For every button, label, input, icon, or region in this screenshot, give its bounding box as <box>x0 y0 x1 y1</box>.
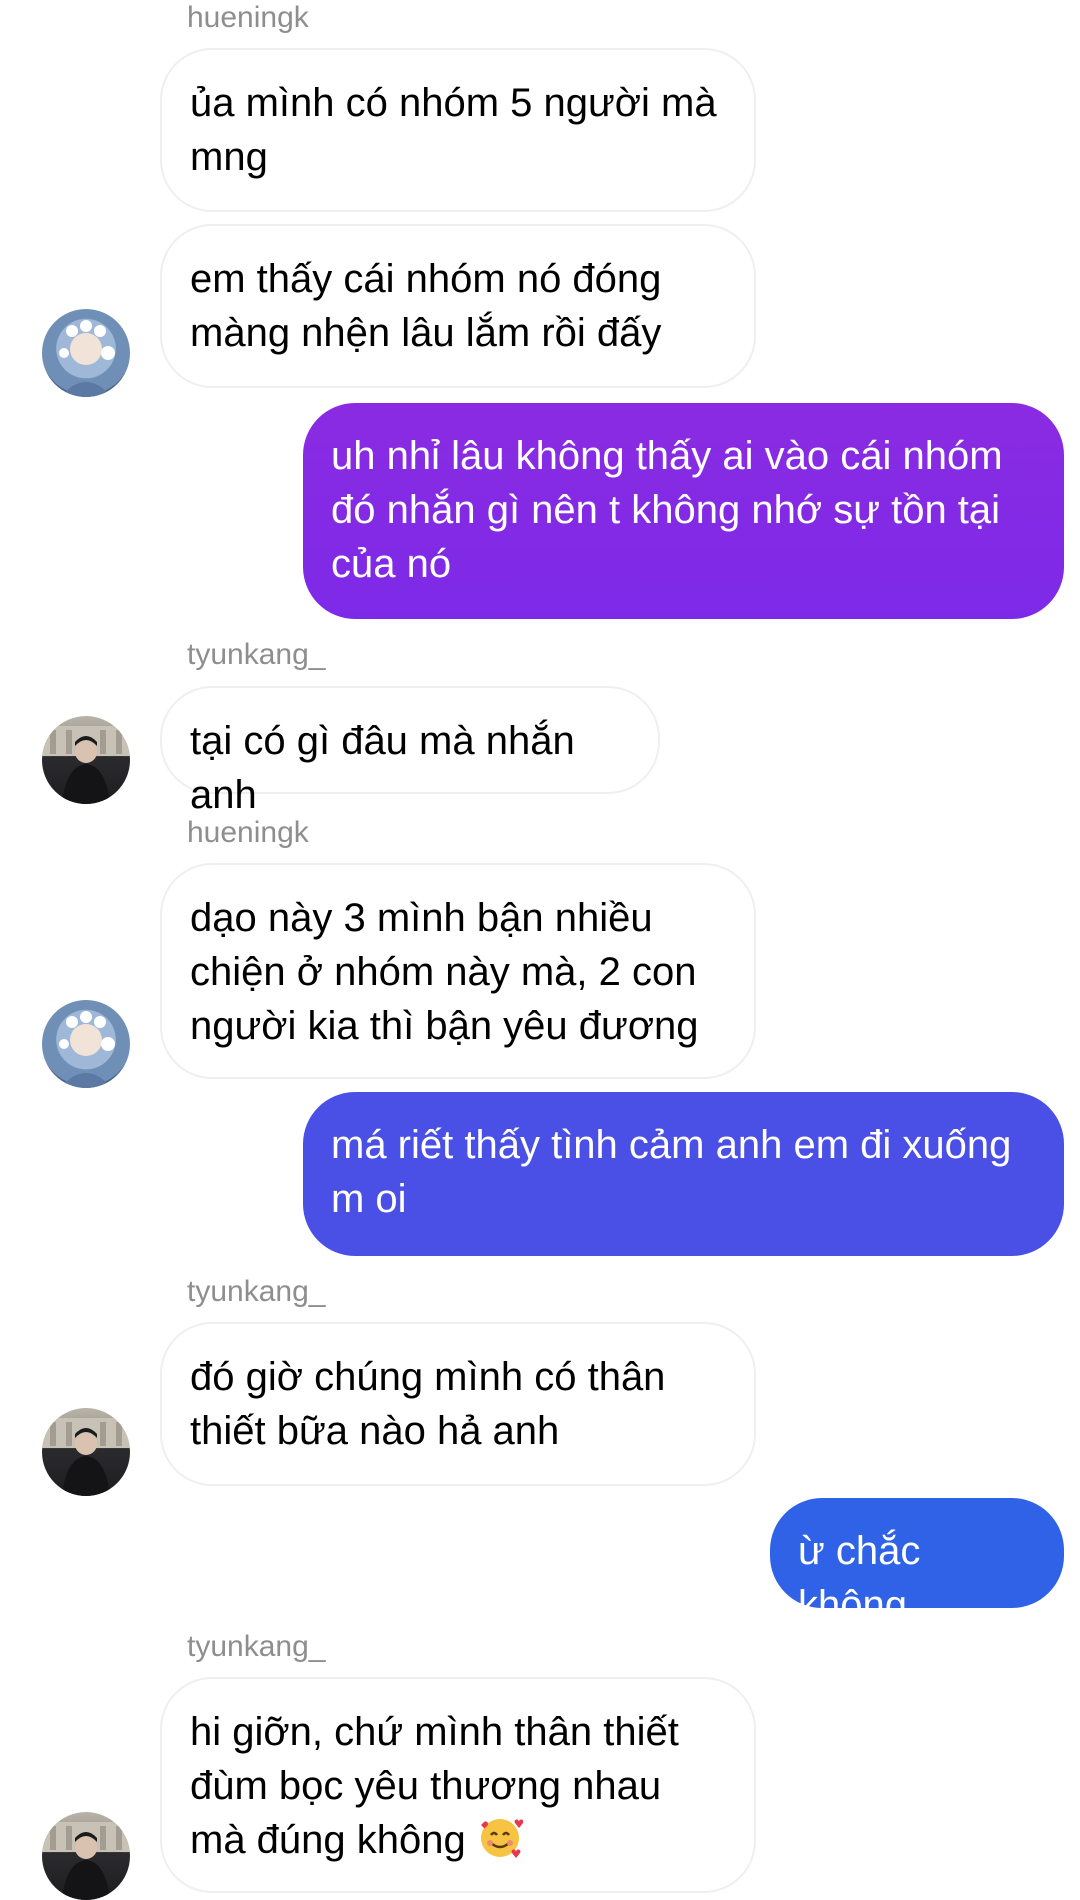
avatar-image <box>59 320 115 397</box>
message-bubble-incoming[interactable]: tại có gì đâu mà nhắn anh <box>160 686 660 817</box>
sender-name: tyunkang_ <box>187 1275 326 1308</box>
message-bubble-outgoing[interactable]: má riết thấy tình cảm anh em đi xuống m … <box>303 1092 1064 1256</box>
avatar-image <box>42 726 130 804</box>
message-text: hi giỡn, chứ mình thân thiết đùm bọc yêu… <box>190 1710 679 1862</box>
sender-name: hueningk <box>187 816 309 849</box>
message-bubble-incoming[interactable]: đó giờ chúng mình có thân thiết bữa nào … <box>160 1322 756 1486</box>
avatar-tyunkang[interactable] <box>42 1812 130 1900</box>
chat-thread: hueningk ủa mình có nhóm 5 người mà mng … <box>0 0 1080 1900</box>
sender-name: hueningk <box>187 1 309 34</box>
avatar-tyunkang[interactable] <box>42 716 130 804</box>
smiling-face-with-hearts-icon <box>480 1819 523 1858</box>
sender-name: tyunkang_ <box>187 638 326 671</box>
message-bubble-incoming[interactable]: dạo này 3 mình bận nhiều chiện ở nhóm nà… <box>160 863 756 1079</box>
avatar-tyunkang[interactable] <box>42 1408 130 1496</box>
avatar-image <box>42 1418 130 1496</box>
avatar-hueningk[interactable] <box>42 1000 130 1088</box>
message-bubble-incoming[interactable]: hi giỡn, chứ mình thân thiết đùm bọc yêu… <box>160 1677 756 1893</box>
message-bubble-outgoing[interactable]: ừ chắc không <box>770 1498 1064 1627</box>
avatar-image <box>42 1822 130 1900</box>
message-bubble-outgoing[interactable]: uh nhỉ lâu không thấy ai vào cái nhóm đó… <box>303 403 1064 619</box>
avatar-hueningk[interactable] <box>42 309 130 397</box>
message-bubble-incoming[interactable]: ủa mình có nhóm 5 người mà mng <box>160 48 756 212</box>
message-bubble-incoming[interactable]: em thấy cái nhóm nó đóng màng nhện lâu l… <box>160 224 756 388</box>
avatar-image <box>59 1011 115 1088</box>
sender-name: tyunkang_ <box>187 1630 326 1663</box>
